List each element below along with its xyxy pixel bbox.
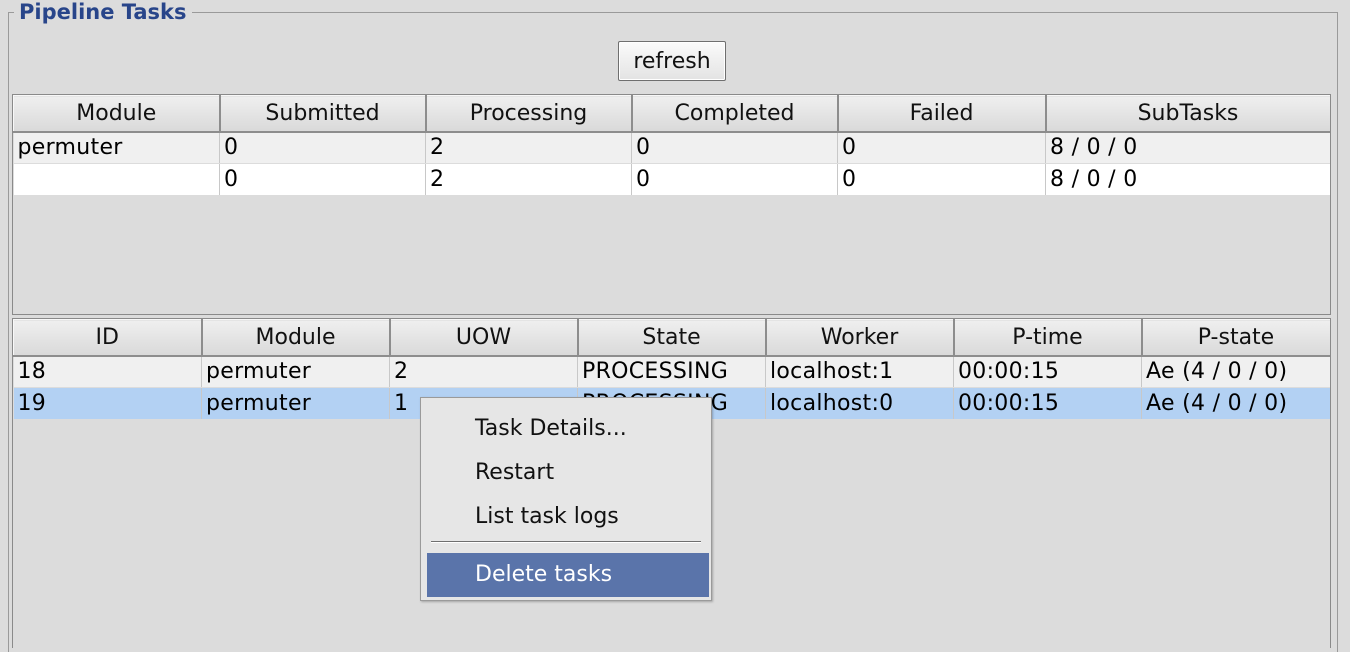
summary-table-panel: Module Submitted Processing Completed Fa…	[12, 94, 1331, 315]
cell-worker: localhost:1	[765, 355, 954, 388]
cell-uow: 2	[389, 355, 578, 388]
menu-separator	[431, 541, 701, 543]
cell-submitted: 0	[219, 163, 426, 196]
cell-module: permuter	[13, 131, 220, 164]
cell-module	[13, 163, 220, 196]
col-header-p-state[interactable]: P-state	[1141, 319, 1330, 357]
col-header-p-time[interactable]: P-time	[953, 319, 1143, 357]
table-row[interactable]: permuter 0 2 0 0 8 / 0 / 0	[13, 131, 1330, 164]
cell-p-state: Ae (4 / 0 / 0)	[1141, 387, 1330, 420]
col-header-subtasks[interactable]: SubTasks	[1045, 95, 1330, 133]
menu-item-delete-tasks[interactable]: Delete tasks	[427, 553, 709, 597]
cell-submitted: 0	[219, 131, 426, 164]
menu-item-task-details[interactable]: Task Details...	[427, 407, 709, 451]
cell-processing: 2	[425, 163, 632, 196]
menu-item-list-task-logs[interactable]: List task logs	[427, 495, 709, 539]
col-header-completed[interactable]: Completed	[631, 95, 839, 133]
col-header-worker[interactable]: Worker	[765, 319, 955, 357]
cell-state: PROCESSING	[577, 355, 766, 388]
cell-processing: 2	[425, 131, 632, 164]
col-header-uow[interactable]: UOW	[389, 319, 579, 357]
cell-completed: 0	[631, 131, 838, 164]
cell-worker: localhost:0	[765, 387, 954, 420]
table-row[interactable]: 18 permuter 2 PROCESSING localhost:1 00:…	[13, 355, 1330, 388]
col-header-module[interactable]: Module	[13, 95, 221, 133]
cell-p-state: Ae (4 / 0 / 0)	[1141, 355, 1330, 388]
cell-subtasks: 8 / 0 / 0	[1045, 163, 1330, 196]
tasks-header-row: ID Module UOW State Worker P-time P-stat…	[13, 319, 1330, 357]
col-header-state[interactable]: State	[577, 319, 767, 357]
col-header-id[interactable]: ID	[13, 319, 203, 357]
cell-p-time: 00:00:15	[953, 355, 1142, 388]
cell-p-time: 00:00:15	[953, 387, 1142, 420]
cell-module: permuter	[201, 387, 390, 420]
col-header-failed[interactable]: Failed	[837, 95, 1047, 133]
refresh-button[interactable]: refresh	[618, 41, 726, 81]
group-title: Pipeline Tasks	[14, 0, 192, 26]
task-context-menu: Task Details... Restart List task logs D…	[420, 397, 712, 601]
table-row[interactable]: 0 2 0 0 8 / 0 / 0	[13, 163, 1330, 196]
cell-subtasks: 8 / 0 / 0	[1045, 131, 1330, 164]
col-header-module[interactable]: Module	[201, 319, 391, 357]
col-header-processing[interactable]: Processing	[425, 95, 633, 133]
summary-table: Module Submitted Processing Completed Fa…	[13, 95, 1330, 196]
cell-failed: 0	[837, 163, 1046, 196]
cell-id: 18	[13, 355, 202, 388]
cell-completed: 0	[631, 163, 838, 196]
summary-header-row: Module Submitted Processing Completed Fa…	[13, 95, 1330, 133]
menu-item-restart[interactable]: Restart	[427, 451, 709, 495]
cell-module: permuter	[201, 355, 390, 388]
cell-failed: 0	[837, 131, 1046, 164]
col-header-submitted[interactable]: Submitted	[219, 95, 427, 133]
cell-id: 19	[13, 387, 202, 420]
